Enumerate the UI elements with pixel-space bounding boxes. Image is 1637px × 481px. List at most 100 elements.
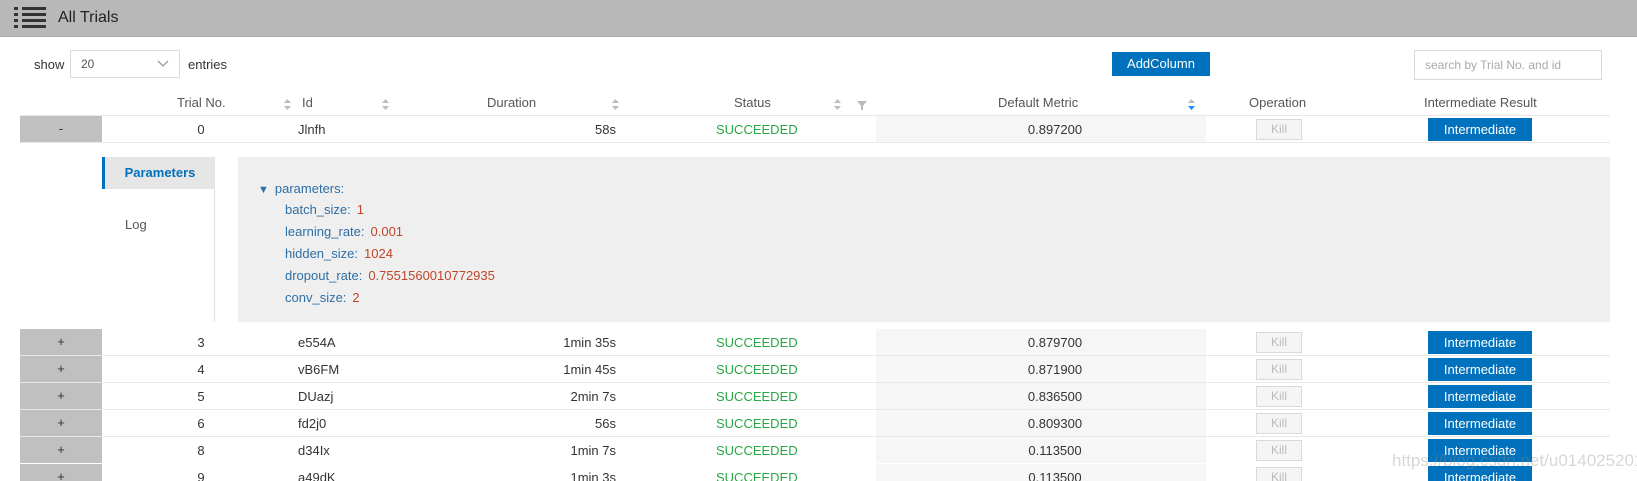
id-cell: d34Ix (298, 443, 330, 458)
status-cell: SUCCEEDED (716, 443, 798, 458)
param-key: learning_rate: (285, 224, 365, 239)
metric-cell: 0.113500 (1028, 470, 1082, 481)
status-cell: SUCCEEDED (716, 362, 798, 377)
metric-cell: 0.809300 (1027, 416, 1083, 431)
expand-row-button[interactable]: + (20, 383, 102, 409)
metric-cell: 0.897200 (1027, 122, 1083, 137)
param-entry: hidden_size: 1024 (285, 246, 393, 261)
expand-row-button[interactable]: + (20, 356, 102, 382)
trial-no-cell: 0 (197, 122, 205, 137)
col-header-duration[interactable]: Duration (487, 95, 536, 110)
col-header-trial-no[interactable]: Trial No. (177, 95, 226, 110)
trial-no-cell: 8 (197, 443, 205, 458)
status-cell: SUCCEEDED (716, 470, 798, 481)
id-cell: e554A (298, 335, 336, 350)
tab-parameters[interactable]: Parameters (102, 157, 215, 189)
id-cell: fd2j0 (298, 416, 327, 431)
kill-button[interactable]: Kill (1256, 440, 1302, 461)
id-cell: a49dK (298, 470, 336, 481)
intermediate-button[interactable]: Intermediate (1428, 385, 1532, 408)
entries-value: 20 (81, 57, 95, 71)
parameters-tree-root[interactable]: ▼ parameters: (258, 181, 344, 196)
col-header-id[interactable]: Id (302, 95, 313, 110)
col-header-default-metric[interactable]: Default Metric (998, 95, 1078, 110)
filter-icon[interactable] (856, 98, 868, 111)
expand-row-button[interactable]: + (20, 437, 102, 463)
collapse-row-button[interactable]: - (20, 116, 102, 142)
status-cell: SUCCEEDED (716, 416, 798, 431)
duration-cell: 1min 35s (563, 335, 616, 350)
trial-no-cell: 6 (197, 416, 205, 431)
expand-row-button[interactable]: + (20, 410, 102, 436)
trial-no-cell: 9 (197, 470, 205, 481)
param-key: conv_size: (285, 290, 347, 305)
trial-no-cell: 3 (197, 335, 205, 350)
intermediate-button[interactable]: Intermediate (1428, 358, 1532, 381)
expand-row-button[interactable]: + (20, 464, 102, 481)
sort-icon[interactable] (1187, 98, 1196, 111)
parameters-panel (238, 157, 1610, 322)
param-entry: dropout_rate: 0.7551560010772935 (285, 268, 495, 283)
chevron-down-icon (157, 60, 169, 67)
param-key: batch_size: (285, 202, 351, 217)
param-value: 0.7551560010772935 (368, 268, 495, 283)
caret-down-icon[interactable]: ▼ (258, 184, 269, 196)
watermark-text: https://blog.csdn.net/u014025201 (1392, 451, 1637, 470)
expand-row-button[interactable]: + (20, 329, 102, 355)
entries-select[interactable]: 20 (70, 50, 180, 78)
param-key: dropout_rate: (285, 268, 363, 283)
kill-button[interactable]: Kill (1256, 119, 1302, 140)
intermediate-button[interactable]: Intermediate (1428, 412, 1532, 435)
duration-cell: 1min 3s (570, 470, 616, 481)
col-header-operation: Operation (1249, 95, 1307, 110)
col-header-status[interactable]: Status (734, 95, 771, 110)
status-cell: SUCCEEDED (716, 122, 798, 137)
metric-cell: 0.113500 (1028, 443, 1082, 458)
param-value: 0.001 (370, 224, 404, 239)
table-row: - 0 Jlnfh 58s SUCCEEDED 0.897200 Kill In… (20, 116, 1610, 143)
id-cell: vB6FM (298, 362, 340, 377)
intermediate-button[interactable]: Intermediate (1428, 331, 1532, 354)
id-cell: Jlnfh (298, 122, 326, 137)
kill-button[interactable]: Kill (1256, 467, 1302, 481)
duration-cell: 1min 7s (570, 443, 616, 458)
param-value: 2 (352, 290, 360, 305)
table-row: + 5 DUazj 2min 7s SUCCEEDED 0.836500 Kil… (20, 383, 1610, 410)
table-row: + 4 vB6FM 1min 45s SUCCEEDED 0.871900 Ki… (20, 356, 1610, 383)
table-row: + 3 e554A 1min 35s SUCCEEDED 0.879700 Ki… (20, 329, 1610, 356)
metric-cell: 0.879700 (1027, 335, 1083, 350)
param-value: 1024 (364, 246, 393, 261)
status-cell: SUCCEEDED (716, 389, 798, 404)
table-row: + 8 d34Ix 1min 7s SUCCEEDED 0.113500 Kil… (20, 437, 1610, 463)
col-header-intermediate-result: Intermediate Result (1424, 95, 1537, 110)
param-entry: learning_rate: 0.001 (285, 224, 403, 239)
kill-button[interactable]: Kill (1256, 359, 1302, 380)
sort-icon[interactable] (833, 98, 842, 111)
kill-button[interactable]: Kill (1256, 413, 1302, 434)
sort-icon[interactable] (283, 98, 292, 111)
duration-cell: 2min 7s (570, 389, 616, 404)
sort-icon[interactable] (381, 98, 390, 111)
list-menu-icon[interactable] (14, 7, 46, 29)
duration-cell: 58s (595, 122, 616, 137)
tree-root-label: parameters: (274, 181, 345, 196)
metric-cell: 0.836500 (1027, 389, 1083, 404)
show-label: show (34, 57, 65, 72)
sort-icon[interactable] (611, 98, 620, 111)
page-title: All Trials (58, 9, 119, 26)
kill-button[interactable]: Kill (1256, 332, 1302, 353)
kill-button[interactable]: Kill (1256, 386, 1302, 407)
metric-cell: 0.871900 (1027, 362, 1083, 377)
duration-cell: 1min 45s (563, 362, 616, 377)
add-column-button[interactable]: AddColumn (1112, 52, 1210, 76)
trial-no-cell: 5 (197, 389, 205, 404)
status-cell: SUCCEEDED (716, 335, 798, 350)
duration-cell: 56s (595, 416, 616, 431)
intermediate-button[interactable]: Intermediate (1428, 118, 1532, 141)
param-entry: conv_size: 2 (285, 290, 360, 305)
search-input[interactable] (1414, 50, 1602, 80)
tab-log[interactable]: Log (125, 217, 147, 232)
param-entry: batch_size: 1 (285, 202, 364, 217)
entries-label: entries (188, 57, 228, 72)
tab-divider (214, 189, 215, 322)
